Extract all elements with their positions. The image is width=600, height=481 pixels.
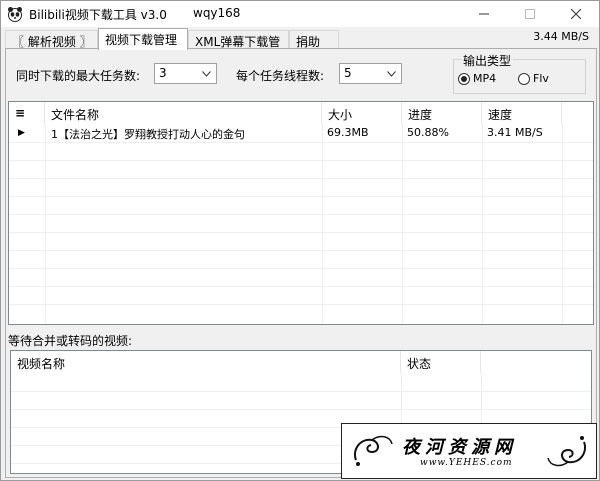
- radio-mp4-label: MP4: [473, 72, 497, 85]
- column-header-status[interactable]: 状态: [401, 351, 481, 373]
- grid-line: [402, 124, 403, 324]
- column-header-filename[interactable]: 文件名称: [45, 102, 322, 124]
- output-type-title: 输出类型: [461, 52, 514, 69]
- download-list-header: ≡ 文件名称 大小 进度 速度: [9, 102, 593, 124]
- menu-icon[interactable]: ≡: [9, 102, 45, 124]
- maximize-button[interactable]: [507, 1, 553, 27]
- tab-xml-danmaku-manager[interactable]: XML弹幕下载管理: [188, 30, 289, 66]
- radio-mp4[interactable]: MP4: [458, 72, 496, 85]
- watermark-text: 夜河资源网: [402, 437, 517, 458]
- row-speed: 3.41 MB/S: [487, 126, 543, 139]
- radio-unchecked-icon: [518, 72, 530, 85]
- grid-line: [562, 124, 563, 324]
- panda-app-icon: [8, 7, 22, 22]
- total-speed: 3.44 MB/S: [533, 30, 589, 43]
- watermark-banner: 夜河资源网 www.YEHES.com: [341, 423, 597, 479]
- grid-line: [9, 304, 593, 305]
- column-header-size[interactable]: 大小: [322, 102, 402, 124]
- watermark-url: www.YEHES.com: [420, 458, 513, 468]
- column-header-progress[interactable]: 进度: [402, 102, 482, 124]
- grid-line: [9, 268, 593, 269]
- radio-flv-label: Flv: [533, 72, 549, 85]
- ornament-left-icon: [354, 435, 393, 466]
- column-header-video-name[interactable]: 视频名称: [11, 351, 401, 373]
- tab-parse-video[interactable]: 〖 解析视频 〗: [5, 30, 98, 49]
- grid-line: [9, 142, 593, 143]
- grid-line: [322, 124, 323, 324]
- grid-line: [9, 250, 593, 251]
- row-play-icon: ▶: [18, 128, 25, 138]
- chevron-down-icon: [198, 65, 214, 82]
- grid-line: [45, 124, 46, 324]
- max-tasks-select[interactable]: 3: [154, 63, 217, 84]
- chevron-down-icon: [383, 65, 399, 82]
- title-bar: Bilibili视频下载工具 v3.0 wqy168: [1, 1, 599, 27]
- tab-donate[interactable]: 捐助: [289, 30, 339, 49]
- user-label: wqy168: [193, 6, 241, 20]
- grid-line: [482, 124, 483, 324]
- radio-checked-icon: [458, 72, 470, 85]
- threads-select[interactable]: 5: [339, 63, 402, 84]
- max-tasks-value: 3: [159, 66, 167, 80]
- max-tasks-label: 同时下载的最大任务数:: [16, 69, 141, 83]
- app-window: Bilibili视频下载工具 v3.0 wqy168 〖 解析视频 〗 视频下载…: [0, 0, 600, 481]
- download-manager-panel: 同时下载的最大任务数: 3 每个任务线程数: 5 输出类型 MP4 Flv ≡ …: [5, 48, 597, 478]
- close-icon: [571, 9, 581, 19]
- radio-flv[interactable]: Flv: [518, 72, 549, 85]
- download-list[interactable]: ≡ 文件名称 大小 进度 速度 ▶ 1【法治之光】罗翔教授打动人心的金句 69.…: [8, 101, 594, 325]
- window-title: Bilibili视频下载工具 v3.0: [29, 8, 167, 22]
- grid-line: [11, 391, 591, 392]
- threads-value: 5: [344, 66, 352, 80]
- grid-line: [9, 286, 593, 287]
- close-button[interactable]: [553, 1, 599, 27]
- maximize-icon: [525, 9, 535, 19]
- row-size: 69.3MB: [327, 126, 369, 139]
- grid-line: [9, 232, 593, 233]
- minimize-icon: [479, 13, 489, 15]
- grid-line: [9, 214, 593, 215]
- ornament-right-icon: [547, 436, 586, 467]
- merge-section-label: 等待合并或转码的视频:: [8, 334, 133, 348]
- tab-video-download-manager[interactable]: 视频下载管理: [98, 28, 188, 50]
- table-row[interactable]: ▶ 1【法治之光】罗翔教授打动人心的金句 69.3MB 50.88% 3.41 …: [9, 124, 593, 142]
- column-header-speed[interactable]: 速度: [482, 102, 562, 124]
- minimize-button[interactable]: [461, 1, 507, 27]
- grid-line: [9, 196, 593, 197]
- grid-line: [9, 160, 593, 161]
- grid-line: [9, 178, 593, 179]
- threads-label: 每个任务线程数:: [236, 69, 325, 83]
- grid-line: [11, 409, 591, 410]
- tab-strip: 〖 解析视频 〗 视频下载管理 XML弹幕下载管理 捐助: [5, 28, 597, 66]
- row-progress: 50.88%: [407, 126, 449, 139]
- row-filename: 1【法治之光】罗翔教授打动人心的金句: [51, 128, 245, 141]
- merge-list-header: 视频名称 状态: [11, 351, 591, 373]
